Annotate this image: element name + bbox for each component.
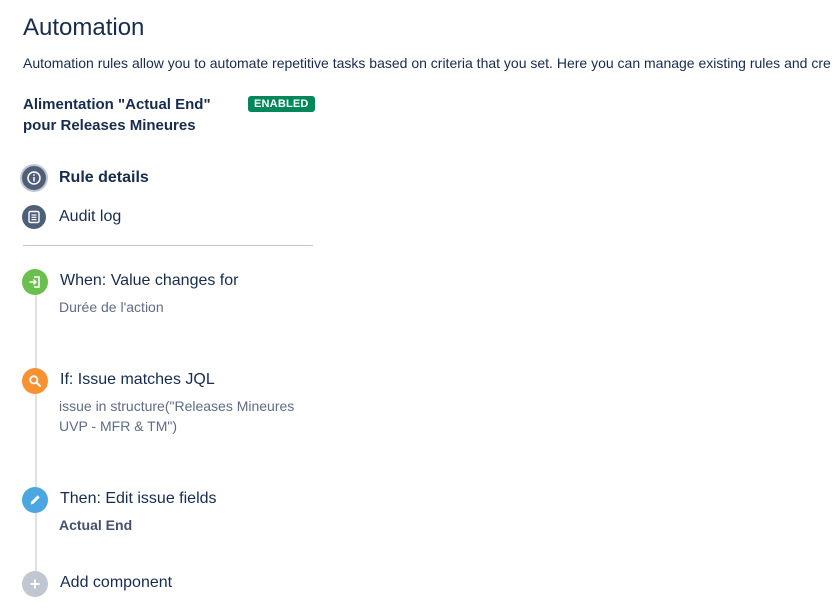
trigger-icon — [22, 269, 48, 295]
step-title: Add component — [60, 574, 173, 591]
list-icon — [22, 205, 46, 229]
step-detail: Actual End — [59, 517, 133, 533]
divider — [23, 245, 313, 246]
nav-item-rule-details[interactable]: Rule details — [22, 165, 149, 191]
nav-item-label: Audit log — [59, 208, 122, 225]
page-description: Automation rules allow you to automate r… — [23, 55, 831, 71]
page-title: Automation — [23, 14, 145, 41]
pencil-icon — [22, 487, 48, 513]
step-title: When: Value changes for — [60, 272, 239, 289]
step-title: If: Issue matches JQL — [60, 371, 215, 388]
plus-icon — [22, 571, 48, 597]
timeline-connector — [35, 282, 37, 584]
rule-name-line2: pour Releases Mineures — [23, 117, 196, 134]
rule-name: Alimentation "Actual End" pour Releases … — [23, 94, 238, 136]
step-detail: Durée de l'action — [59, 299, 164, 315]
nav-item-audit-log[interactable]: Audit log — [22, 204, 121, 230]
step-title: Then: Edit issue fields — [60, 490, 217, 507]
info-icon — [22, 166, 46, 190]
nav-item-label: Rule details — [59, 169, 149, 186]
rule-name-line1: Alimentation "Actual End" — [23, 96, 211, 113]
step-detail: issue in structure("Releases Mineures UV… — [59, 398, 295, 434]
status-badge: ENABLED — [248, 96, 315, 112]
search-icon — [22, 368, 48, 394]
